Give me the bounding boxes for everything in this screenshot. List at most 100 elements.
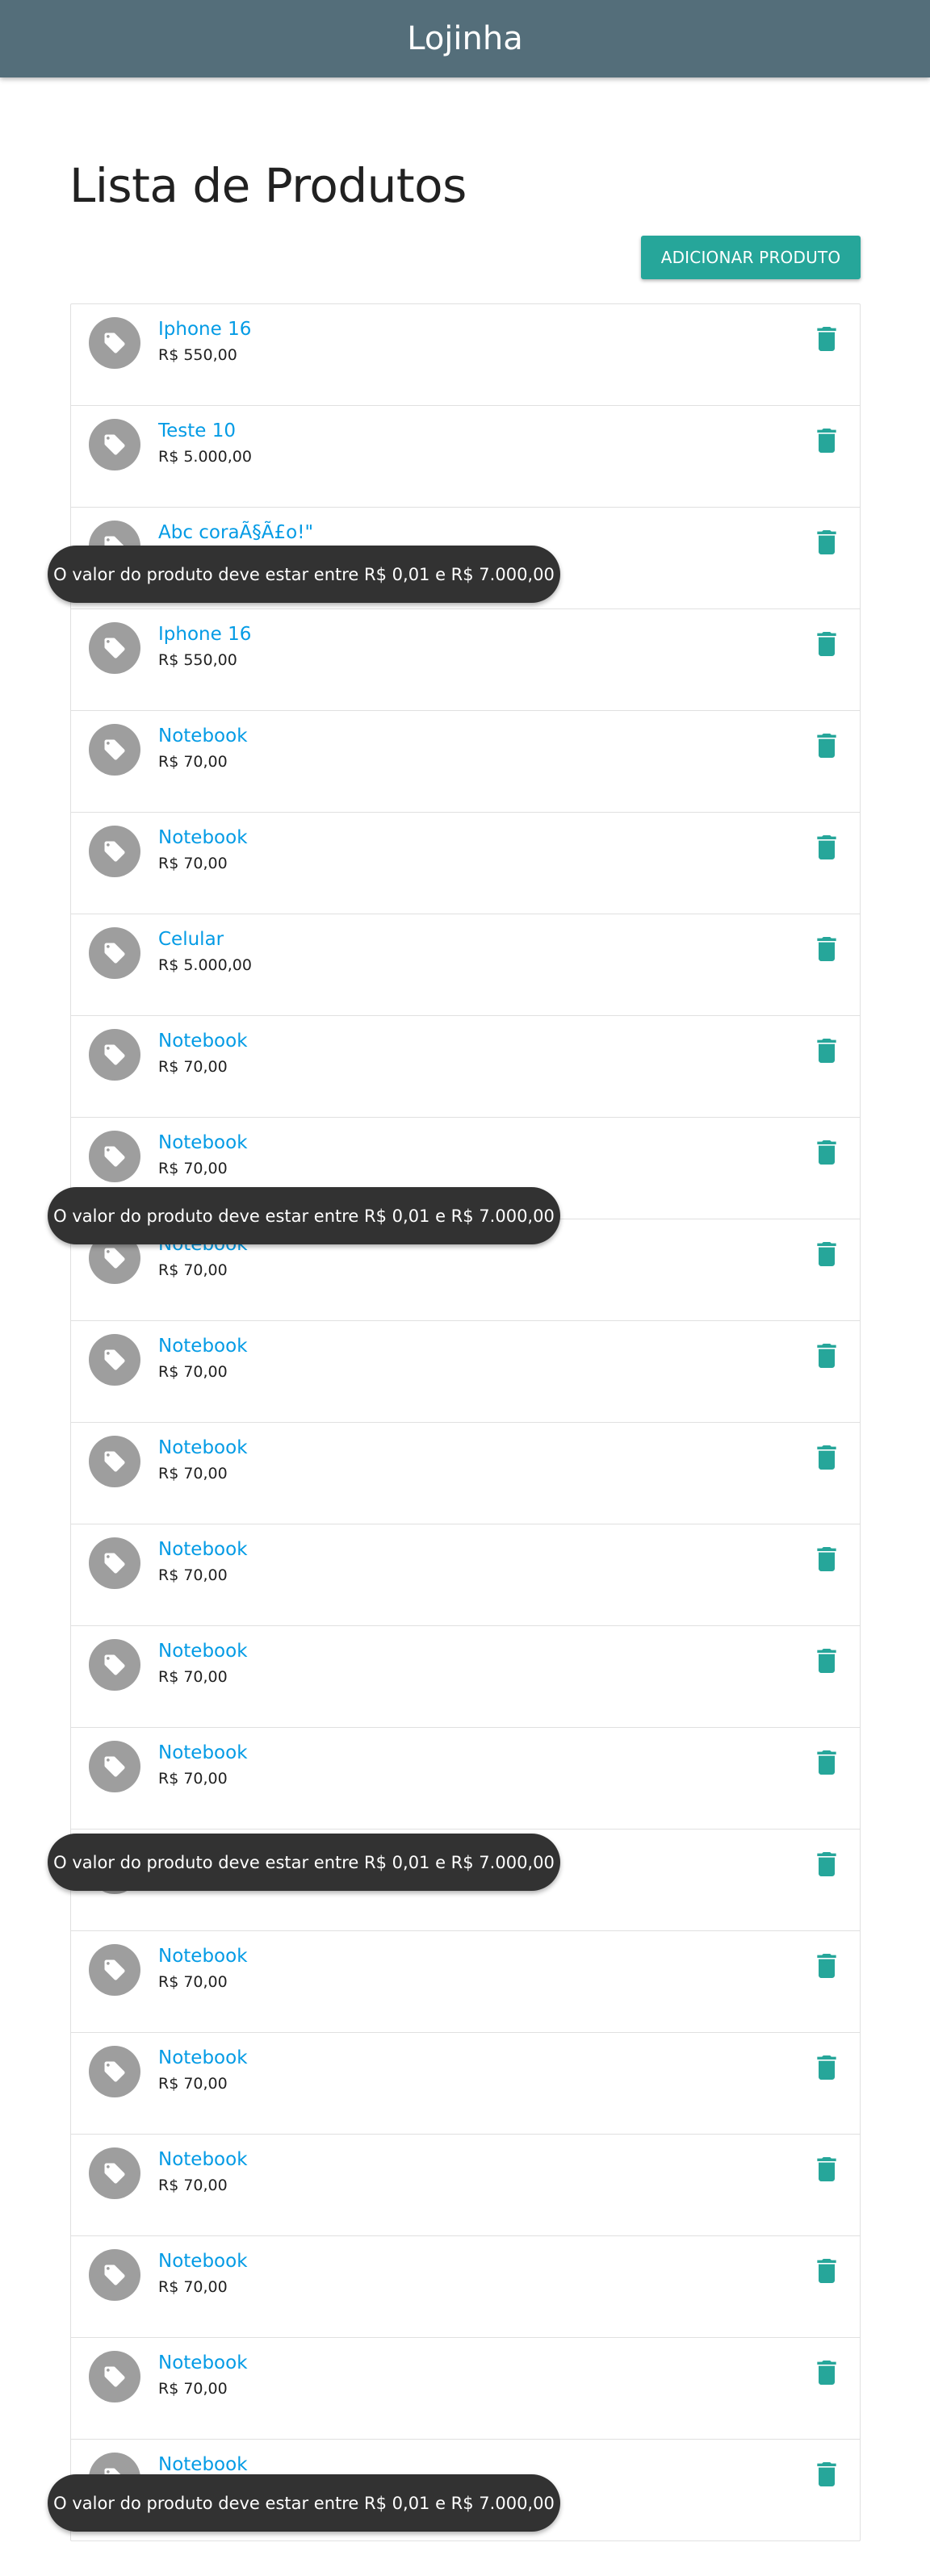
product-name-link[interactable]: Notebook [158,2454,248,2475]
tag-icon [89,826,140,877]
toast: O valor do produto deve estar entre R$ 0… [48,546,560,603]
add-product-button[interactable]: ADICIONAR PRODUTO [641,236,861,279]
tag-icon [89,1131,140,1182]
product-list-item: Notebook R$ 70,00 [71,1423,860,1524]
product-name-link[interactable]: Notebook [158,1641,248,1662]
tag-icon [89,1334,140,1386]
product-name-link[interactable]: Notebook [158,2352,248,2373]
toast-message: O valor do produto deve estar entre R$ 0… [53,2493,555,2513]
product-price: R$ 70,00 [158,753,228,771]
delete-trash-icon[interactable] [817,2361,836,2385]
product-list-item: Iphone 16 R$ 550,00 [71,609,860,711]
product-price: R$ 70,00 [158,2075,228,2093]
product-name-link[interactable]: Notebook [158,1336,248,1357]
product-name-link[interactable]: Notebook [158,827,248,848]
product-price: R$ 70,00 [158,1058,228,1076]
delete-trash-icon[interactable] [817,1852,836,1876]
delete-trash-icon[interactable] [817,1750,836,1775]
delete-trash-icon[interactable] [817,1344,836,1368]
toast-message: O valor do produto deve estar entre R$ 0… [53,564,555,584]
product-price: R$ 70,00 [158,1566,228,1584]
tag-icon [89,317,140,369]
app-title: Lojinha [407,20,523,57]
product-price: R$ 70,00 [158,2278,228,2296]
product-name-link[interactable]: Notebook [158,1946,248,1967]
toast-message: O valor do produto deve estar entre R$ 0… [53,1206,555,1226]
product-price: R$ 70,00 [158,1261,228,1279]
delete-trash-icon[interactable] [817,429,836,453]
product-price: R$ 70,00 [158,855,228,872]
toast-message: O valor do produto deve estar entre R$ 0… [53,1852,555,1872]
product-name-link[interactable]: Notebook [158,1437,248,1458]
delete-trash-icon[interactable] [817,1445,836,1470]
tag-icon [89,1741,140,1792]
product-name-link[interactable]: Notebook [158,1132,248,1153]
delete-trash-icon[interactable] [817,1039,836,1063]
toast: O valor do produto deve estar entre R$ 0… [48,1834,560,1891]
product-name-link[interactable]: Teste 10 [158,420,236,441]
product-name-link[interactable]: Notebook [158,2251,248,2272]
product-list-item: Notebook R$ 70,00 [71,2236,860,2338]
product-name-link[interactable]: Notebook [158,1031,248,1052]
tag-icon [89,1944,140,1996]
product-price: R$ 70,00 [158,1973,228,1991]
product-price: R$ 70,00 [158,1160,228,1177]
product-list-item: Notebook R$ 70,00 [71,2135,860,2236]
delete-trash-icon[interactable] [817,632,836,656]
product-price: R$ 70,00 [158,1770,228,1788]
delete-trash-icon[interactable] [817,1242,836,1266]
delete-trash-icon[interactable] [817,1649,836,1673]
tag-icon [89,1537,140,1589]
tag-icon [89,724,140,776]
tag-icon [89,1029,140,1081]
product-name-link[interactable]: Celular [158,929,224,950]
delete-trash-icon[interactable] [817,937,836,961]
tag-icon [89,622,140,674]
product-price: R$ 550,00 [158,346,237,364]
app-bar: Lojinha [0,0,930,77]
delete-trash-icon[interactable] [817,1140,836,1165]
product-name-link[interactable]: Notebook [158,726,248,746]
product-list-item: Notebook R$ 70,00 [71,1524,860,1626]
product-name-link[interactable]: Notebook [158,1539,248,1560]
product-list-item: Notebook R$ 70,00 [71,1626,860,1728]
product-list: Iphone 16 R$ 550,00 Teste 10 R$ 5.000,00 Abc… [70,303,861,2541]
toast: O valor do produto deve estar entre R$ 0… [48,1187,560,1244]
tag-icon [89,1436,140,1487]
product-price: R$ 70,00 [158,1465,228,1482]
delete-trash-icon[interactable] [817,2157,836,2181]
tag-icon [89,2147,140,2199]
tag-icon [89,927,140,979]
product-name-link[interactable]: Abc coraÃ§Ã£o!" [158,522,313,543]
product-list-item: Notebook R$ 70,00 [71,2338,860,2440]
delete-trash-icon[interactable] [817,1547,836,1571]
product-name-link[interactable]: Notebook [158,1742,248,1763]
delete-trash-icon[interactable] [817,734,836,758]
product-list-item: Notebook R$ 70,00 [71,1728,860,1830]
product-list-item: Notebook R$ 70,00 [71,1321,860,1423]
delete-trash-icon[interactable] [817,327,836,351]
product-price: R$ 70,00 [158,1363,228,1381]
toast: O valor do produto deve estar entre R$ 0… [48,2474,560,2532]
delete-trash-icon[interactable] [817,835,836,859]
delete-trash-icon[interactable] [817,1954,836,1978]
delete-trash-icon[interactable] [817,2259,836,2283]
delete-trash-icon[interactable] [817,530,836,554]
delete-trash-icon[interactable] [817,2462,836,2486]
delete-trash-icon[interactable] [817,2055,836,2080]
product-price: R$ 70,00 [158,2177,228,2194]
tag-icon [89,1639,140,1691]
tag-icon [89,2351,140,2402]
product-list-item: Iphone 16 R$ 550,00 [71,304,860,406]
product-name-link[interactable]: Notebook [158,2047,248,2068]
product-price: R$ 70,00 [158,1668,228,1686]
product-list-item: Celular R$ 5.000,00 [71,914,860,1016]
product-name-link[interactable]: Iphone 16 [158,319,251,340]
product-name-link[interactable]: Notebook [158,2149,248,2170]
product-price: R$ 5.000,00 [158,956,252,974]
product-list-item: Notebook R$ 70,00 [71,1016,860,1118]
product-list-item: Notebook R$ 70,00 [71,1931,860,2033]
page-title: Lista de Produtos [69,158,467,213]
product-name-link[interactable]: Iphone 16 [158,624,251,645]
tag-icon [89,419,140,470]
